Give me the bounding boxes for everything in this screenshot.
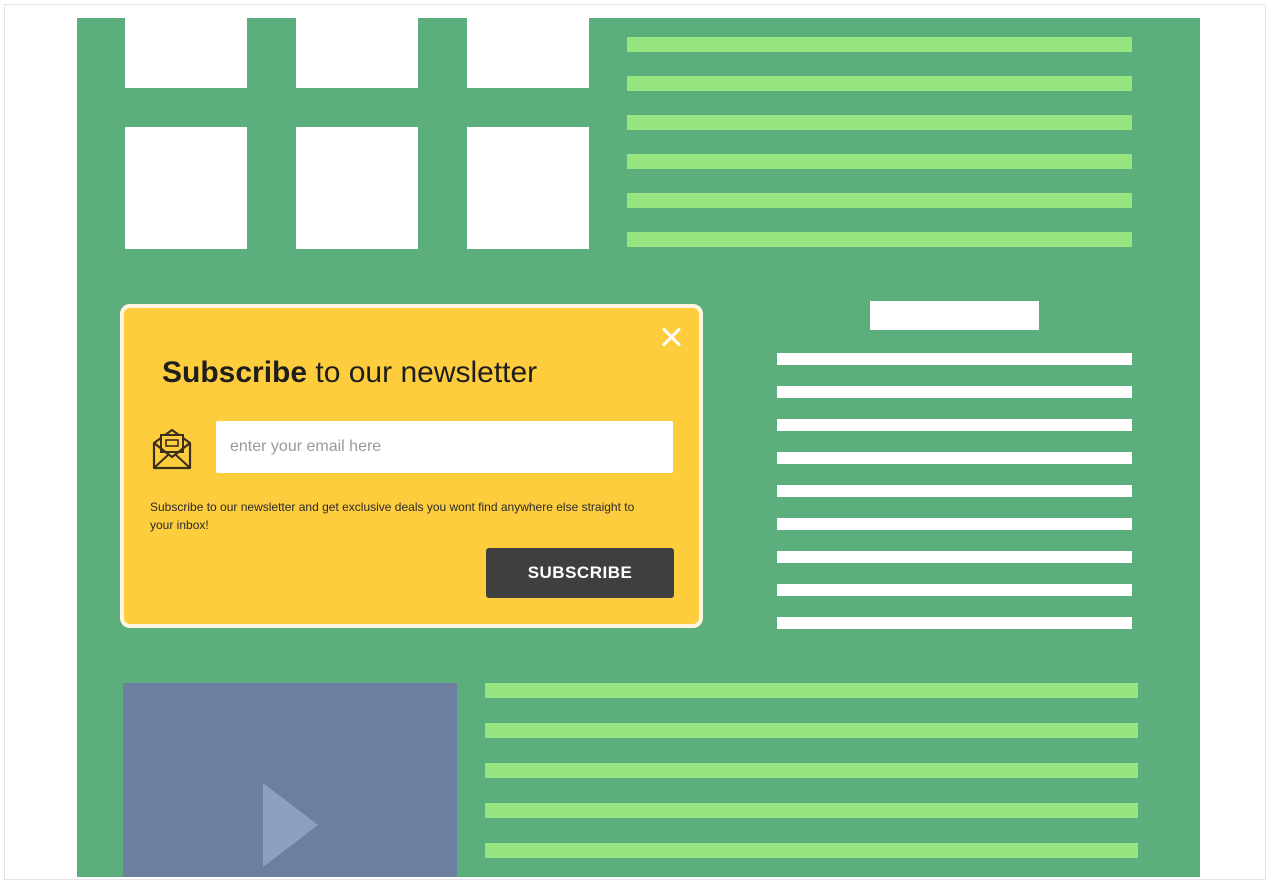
text-placeholder-line bbox=[485, 803, 1138, 818]
image-tile bbox=[125, 127, 247, 249]
image-tile bbox=[467, 127, 589, 249]
text-placeholder-line bbox=[485, 843, 1138, 858]
video-thumbnail[interactable] bbox=[123, 683, 457, 877]
text-placeholder-line bbox=[627, 76, 1132, 91]
subscribe-button[interactable]: SUBSCRIBE bbox=[486, 548, 674, 598]
text-placeholder-line bbox=[627, 37, 1132, 52]
image-tile bbox=[296, 127, 418, 249]
close-icon[interactable] bbox=[659, 325, 683, 349]
sidebar-text-line bbox=[777, 518, 1132, 530]
sidebar-text-line bbox=[777, 419, 1132, 431]
text-placeholder-line bbox=[627, 154, 1132, 169]
text-placeholder-line bbox=[627, 193, 1132, 208]
sidebar-text-line bbox=[777, 452, 1132, 464]
popup-title-rest: to our newsletter bbox=[307, 356, 538, 389]
popup-title-bold: Subscribe bbox=[162, 356, 308, 389]
image-tile bbox=[467, 18, 589, 88]
sidebar-text-line bbox=[777, 551, 1132, 563]
newsletter-popup: Subscribe to our newsletter Subscribe to… bbox=[120, 304, 703, 628]
popup-title: Subscribe to our newsletter bbox=[162, 356, 537, 390]
sidebar-text-line bbox=[777, 386, 1132, 398]
envelope-icon bbox=[152, 428, 192, 470]
image-tile bbox=[125, 18, 247, 88]
play-icon[interactable] bbox=[263, 783, 318, 867]
sidebar-heading-placeholder bbox=[870, 301, 1039, 330]
email-input[interactable] bbox=[216, 421, 673, 473]
text-placeholder-line bbox=[485, 683, 1138, 698]
popup-description: Subscribe to our newsletter and get excl… bbox=[150, 500, 635, 532]
text-placeholder-line bbox=[485, 763, 1138, 778]
sidebar-text-line bbox=[777, 584, 1132, 596]
text-placeholder-line bbox=[485, 723, 1138, 738]
sidebar-text-line bbox=[777, 353, 1132, 365]
sidebar-text-line bbox=[777, 485, 1132, 497]
sidebar-text-line bbox=[777, 617, 1132, 629]
image-tile bbox=[296, 18, 418, 88]
text-placeholder-line bbox=[627, 115, 1132, 130]
text-placeholder-line bbox=[627, 232, 1132, 247]
